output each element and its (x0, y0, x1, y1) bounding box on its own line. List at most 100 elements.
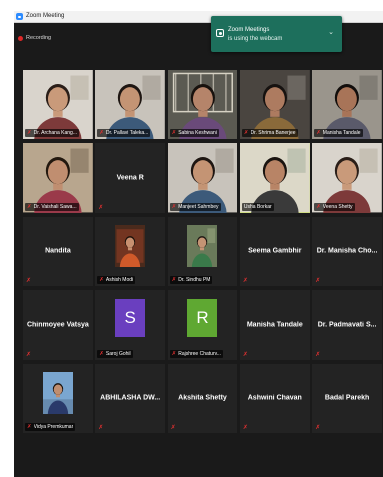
participant-display-name: Seema Gambhir (248, 247, 302, 255)
muted-mic-icon: ✗ (315, 278, 321, 285)
muted-mic-icon: ✗ (315, 424, 321, 431)
chevron-down-icon[interactable]: ⌄ (328, 28, 334, 36)
muted-mic-icon: ✗ (242, 424, 248, 431)
participant-name-tag: ✗ Saroj Gohil (97, 349, 133, 358)
participant-tile-seema-gambhir[interactable]: Seema Gambhir ✗ (239, 216, 310, 287)
screenshot-canvas: Zoom Meeting Recording Zoom Meetings is … (0, 0, 383, 477)
participant-display-name: Badal Parekh (324, 394, 370, 402)
participant-name: Manisha Tandale (322, 130, 361, 137)
zoom-meeting-window: Zoom Meeting Recording Zoom Meetings is … (14, 11, 383, 477)
participant-tile-dr-vaishali-sawa[interactable]: ✗ Dr. Vaishali Sawa... (23, 143, 93, 213)
participant-name: Dr. Vaishali Sawa... (33, 203, 77, 210)
participant-name: Manjeet Sahmbey (178, 203, 219, 210)
participant-tile-akshita-shetty[interactable]: Akshita Shetty ✗ (167, 363, 238, 433)
muted-mic-icon: ✗ (98, 204, 104, 211)
participant-name: Dr. Archana Kang... (33, 130, 77, 137)
participant-name-tag: ✗ Dr. Pallavi Taleka... (97, 129, 151, 138)
participant-name-tag: ✗ Ashish Modi (97, 276, 136, 285)
zoom-app-icon (16, 13, 23, 20)
muted-mic-icon: ✗ (171, 203, 177, 210)
participant-name-tag: ✗ Manisha Tandale (314, 129, 363, 138)
participant-name: Veena Shetty (322, 203, 353, 210)
participant-tile-ashwini-chavan[interactable]: Ashwini Chavan ✗ (239, 363, 310, 433)
muted-mic-icon: ✗ (98, 424, 104, 431)
participant-tile-saroj-gohil[interactable]: S ✗ Saroj Gohil (95, 290, 166, 360)
recording-indicator[interactable]: Recording (18, 35, 51, 41)
recording-label: Recording (26, 35, 52, 41)
participant-name: Dr. Shrima Banerjee (250, 130, 296, 137)
participant-name: Saroj Gohil (105, 350, 131, 357)
participant-tile-veena-r[interactable]: Veena R ✗ (95, 143, 166, 213)
participant-tile-badal-parekh[interactable]: Badal Parekh ✗ (312, 363, 382, 433)
participant-tile-vidya-premkumar[interactable]: ✗ Vidya Premkumar (23, 363, 93, 433)
participant-tile-dr-manisha-cho[interactable]: Dr. Manisha Cho... ✗ (312, 216, 382, 287)
participant-name-tag: ✗ Dr. Shrima Banerjee (241, 129, 298, 138)
participant-tile-abhilasha-dw[interactable]: ABHILASHA DW... ✗ (95, 363, 166, 433)
participant-display-name: Ashwini Chavan (247, 394, 302, 402)
window-title: Zoom Meeting (26, 13, 65, 19)
participant-display-name: ABHILASHA DW... (100, 394, 161, 402)
participant-name: Dr. Sindhu PM (178, 277, 211, 284)
muted-mic-icon: ✗ (27, 130, 32, 137)
participant-tile-dr-padmavati-s[interactable]: Dr. Padmavati S... ✗ (312, 290, 382, 360)
muted-mic-icon: ✗ (170, 424, 176, 431)
avatar-initial: R (187, 299, 218, 338)
participant-tile-dr-shrima-banerjee[interactable]: ✗ Dr. Shrima Banerjee (239, 70, 310, 140)
participant-tile-manisha-tandale[interactable]: Manisha Tandale ✗ (239, 290, 310, 360)
muted-mic-icon: ✗ (27, 203, 32, 210)
profile-photo (115, 224, 146, 267)
muted-mic-icon: ✗ (171, 350, 177, 357)
participant-tile-dr-pallavi-taleka[interactable]: ✗ Dr. Pallavi Taleka... (95, 70, 166, 140)
record-dot-icon (18, 35, 23, 41)
participant-tile-chinmoyee-vatsya[interactable]: Chinmoyee Vatsya ✗ (23, 290, 93, 360)
participant-tile-usha-borkar[interactable]: Usha Borkar (239, 143, 310, 213)
participant-display-name: Chinmoyee Vatsya (26, 321, 89, 329)
muted-mic-icon: ✗ (26, 351, 32, 358)
muted-mic-icon: ✗ (99, 350, 104, 357)
participant-tile-veena-shetty[interactable]: ✗ Veena Shetty (312, 143, 382, 213)
participant-name-tag: ✗ Sabina Keshwani (169, 129, 219, 138)
muted-mic-icon: ✗ (171, 277, 177, 284)
muted-mic-icon: ✗ (316, 130, 321, 137)
participant-tile-dr-sindhu-pm[interactable]: ✗ Dr. Sindhu PM (167, 216, 238, 287)
participant-name: Rajshree Chaturv... (178, 350, 221, 357)
webcam-icon (216, 29, 224, 37)
participant-name-tag: ✗ Rajshree Chaturv... (169, 349, 223, 358)
participant-tile-rajshree-chaturv[interactable]: R ✗ Rajshree Chaturv... (167, 290, 238, 360)
participant-display-name: Akshita Shetty (178, 394, 227, 402)
gallery-grid: ✗ Dr. Archana Kang... ✗ Dr. Pallavi Taleka… (23, 70, 382, 437)
participant-name-tag: ✗ Dr. Sindhu PM (169, 276, 213, 285)
muted-mic-icon: ✗ (316, 203, 321, 210)
participant-display-name: Manisha Tandale (246, 321, 303, 329)
webcam-notification[interactable]: Zoom Meetings is using the webcam ⌄ (211, 16, 342, 52)
participant-tile-dr-archana-kang[interactable]: ✗ Dr. Archana Kang... (23, 70, 93, 140)
participant-display-name: Dr. Manisha Cho... (316, 247, 378, 255)
avatar-initial: S (115, 299, 146, 338)
muted-mic-icon: ✗ (99, 130, 104, 137)
participant-name-tag: ✗ Dr. Vaishali Sawa... (25, 202, 79, 211)
muted-mic-icon: ✗ (171, 130, 177, 137)
participant-name: Sabina Keshwani (178, 130, 217, 137)
muted-mic-icon: ✗ (26, 278, 32, 285)
participant-display-name: Veena R (116, 174, 144, 182)
participant-display-name: Dr. Padmavati S... (317, 321, 377, 329)
muted-mic-icon: ✗ (242, 351, 248, 358)
participant-name: Dr. Pallavi Taleka... (105, 130, 149, 137)
participant-name-tag: Usha Borkar (241, 202, 274, 211)
participant-tile-manjeet-sahmbey[interactable]: ✗ Manjeet Sahmbey (167, 143, 238, 213)
participant-tile-nandita[interactable]: Nandita ✗ (23, 216, 93, 287)
muted-mic-icon: ✗ (243, 130, 249, 137)
muted-mic-icon: ✗ (27, 423, 32, 430)
participant-tile-sabina-keshwani[interactable]: ✗ Sabina Keshwani (167, 70, 238, 140)
participant-name-tag: ✗ Vidya Premkumar (25, 422, 76, 431)
muted-mic-icon: ✗ (315, 351, 321, 358)
muted-mic-icon: ✗ (242, 278, 248, 285)
participant-name-tag: ✗ Dr. Archana Kang... (25, 129, 79, 138)
participant-display-name: Nandita (45, 247, 71, 255)
muted-mic-icon: ✗ (99, 277, 104, 284)
participant-tile-ashish-modi[interactable]: ✗ Ashish Modi (95, 216, 166, 287)
notification-title: Zoom Meetings (228, 27, 270, 33)
participant-name: Vidya Premkumar (33, 423, 74, 430)
participant-name: Usha Borkar (243, 203, 272, 210)
participant-tile-manisha-tandale[interactable]: ✗ Manisha Tandale (312, 70, 382, 140)
